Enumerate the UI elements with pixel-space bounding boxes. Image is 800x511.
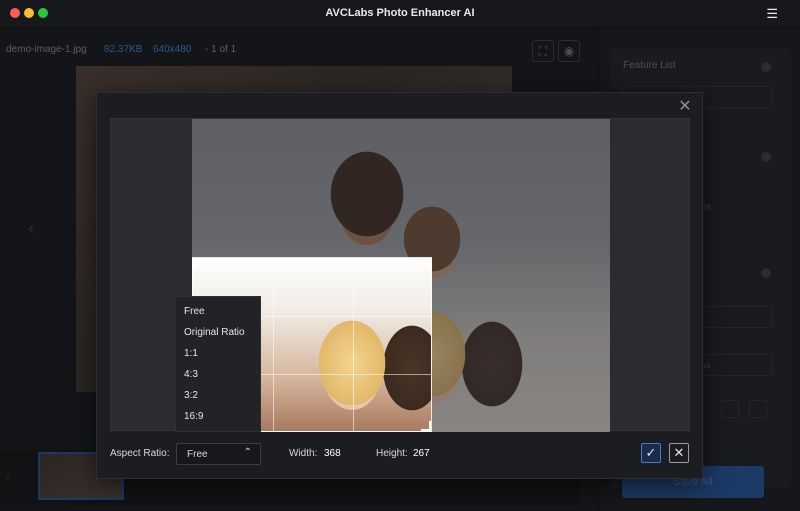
aspect-ratio-menu: Free Original Ratio 1:1 4:3 3:2 16:9 [175,296,261,432]
crop-dialog: ✕ Free Original Ratio 1:1 4:3 3:2 16:9 A… [96,92,703,479]
page-count: 1 of 1 [211,44,237,55]
crop-grid-line [353,258,354,431]
panel-partial-text: nt [703,202,711,212]
chevron-left-icon[interactable]: ‹ [28,218,34,239]
aspect-option-original[interactable]: Original Ratio [176,322,262,343]
crop-icon: ⛶ [538,44,548,58]
chevron-left-icon[interactable]: ‹ [6,470,10,484]
aspect-option-free[interactable]: Free [176,301,262,322]
feature-list-label: Feature List [623,60,676,71]
close-icon: ✕ [673,445,685,460]
help-icon[interactable] [761,268,771,278]
height-label: Height: [376,448,408,459]
file-size: 82.37KB [104,44,143,55]
crop-tool-button[interactable]: ⛶ [532,40,554,62]
aspect-ratio-value: Free [187,449,208,460]
help-icon[interactable] [761,152,771,162]
aspect-option-16-9[interactable]: 16:9 [176,406,262,427]
aspect-ratio-select[interactable]: Free ⌃ [176,443,261,465]
title-bar: AVCLabs Photo Enhancer AI ☰ [0,0,800,28]
crop-grid-line [273,258,274,431]
check-icon: ✓ [645,445,657,460]
crop-handle-top-left[interactable] [193,258,203,268]
image-dimensions: 640x480 [153,44,192,55]
file-name: demo-image-1.jpg [6,44,87,55]
width-label: Width: [289,448,318,459]
confirm-crop-button[interactable]: ✓ [641,443,661,463]
image-info-bar: demo-image-1.jpg 82.37KB 640x480 - 1 of … [0,38,600,60]
aspect-option-1-1[interactable]: 1:1 [176,343,262,364]
cancel-crop-button[interactable]: ✕ [669,443,689,463]
aspect-option-3-2[interactable]: 3:2 [176,385,262,406]
crop-handle-top-right[interactable] [421,258,431,268]
aspect-option-4-3[interactable]: 4:3 [176,364,262,385]
more-button[interactable] [721,400,739,418]
height-value: 267 [413,448,430,459]
app-title: AVCLabs Photo Enhancer AI [325,7,475,19]
eye-icon: ◉ [563,44,575,58]
page-indicator: - 1 of 1 [205,44,237,55]
preview-toggle-button[interactable]: ◉ [558,40,580,62]
crop-handle-bottom-right[interactable] [421,421,431,431]
chevron-up-icon: ⌃ [243,447,252,458]
close-icon[interactable]: ✕ [677,99,693,115]
width-value: 368 [324,448,341,459]
folder-button[interactable] [749,400,767,418]
help-icon[interactable] [761,62,771,72]
aspect-ratio-label: Aspect Ratio: [110,448,170,459]
hamburger-menu-icon[interactable]: ☰ [766,6,778,22]
